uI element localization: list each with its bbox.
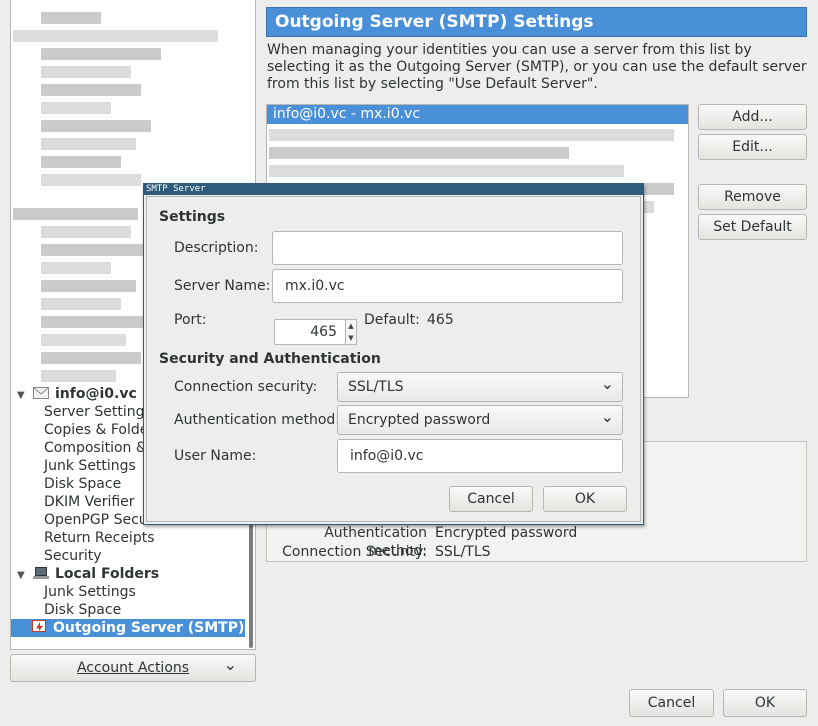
obscured-entry	[41, 334, 126, 346]
tree-local-folders[interactable]: ▼ Local Folders	[11, 565, 245, 583]
port-stepper[interactable]: ▲ ▼	[345, 319, 357, 345]
outgoing-server-label: Outgoing Server (SMTP)	[53, 620, 245, 636]
account-actions-button[interactable]: Account Actions ⌄	[10, 654, 256, 682]
obscured-entry	[41, 48, 161, 60]
connection-security-select[interactable]: SSL/TLS ⌄	[337, 372, 623, 402]
obscured-entry	[41, 120, 151, 132]
obscured-entry	[41, 156, 121, 168]
dialog-ok-button[interactable]: OK	[543, 486, 627, 512]
obscured-entry	[269, 165, 624, 177]
server-name-label: Server Name:	[174, 278, 271, 294]
remove-server-button[interactable]: Remove	[698, 184, 807, 210]
obscured-entry	[41, 102, 111, 114]
local-folders-label: Local Folders	[55, 566, 160, 582]
chevron-down-icon: ⌄	[600, 407, 614, 426]
tree-item-local-disk-space[interactable]: Disk Space	[11, 601, 245, 619]
obscured-entry	[41, 298, 121, 310]
obscured-entry	[41, 12, 101, 24]
security-heading: Security and Authentication	[159, 351, 381, 367]
server-list-item-selected[interactable]: info@i0.vc - mx.i0.vc	[267, 105, 688, 124]
add-server-button[interactable]: Add...	[698, 104, 807, 130]
pane-description: When managing your identities you can us…	[267, 42, 807, 92]
detail-auth-value: Encrypted password	[435, 525, 578, 541]
description-input[interactable]	[272, 231, 623, 265]
detail-conn-label: Connection Security:	[282, 544, 427, 560]
tree-item-return-receipts[interactable]: Return Receipts	[11, 529, 245, 547]
obscured-entry	[41, 66, 131, 78]
connection-security-label: Connection security:	[174, 379, 318, 395]
default-port-label: Default:	[364, 312, 420, 328]
obscured-entry	[41, 244, 151, 256]
outgoing-server-icon	[31, 619, 47, 632]
obscured-entry	[269, 129, 674, 141]
obscured-entry	[41, 262, 111, 274]
user-name-input[interactable]: info@i0.vc	[337, 439, 623, 473]
chevron-down-icon: ⌄	[223, 655, 237, 674]
port-input[interactable]: 465	[274, 319, 346, 345]
obscured-entry	[41, 316, 146, 328]
mail-account-icon	[33, 386, 49, 399]
obscured-entry	[41, 174, 141, 186]
dialog-body: Settings Description: Server Name: mx.i0…	[146, 196, 641, 522]
description-label: Description:	[174, 240, 259, 256]
settings-heading: Settings	[159, 209, 226, 225]
dialog-cancel-button[interactable]: Cancel	[449, 486, 533, 512]
computer-icon	[33, 566, 49, 579]
obscured-entry	[41, 138, 136, 150]
increment-icon[interactable]: ▲	[346, 320, 356, 332]
obscured-entry	[41, 84, 141, 96]
obscured-entry	[13, 208, 138, 220]
tree-item-security[interactable]: Security	[11, 547, 245, 565]
ok-button[interactable]: OK	[723, 689, 807, 717]
obscured-entry	[41, 226, 131, 238]
obscured-entry	[13, 30, 218, 42]
detail-conn-value: SSL/TLS	[435, 544, 491, 560]
obscured-entry	[41, 280, 136, 292]
port-label: Port:	[174, 312, 207, 328]
server-name-input[interactable]: mx.i0.vc	[272, 269, 623, 303]
decrement-icon[interactable]: ▼	[346, 332, 356, 344]
auth-method-label: Authentication method:	[174, 412, 341, 428]
chevron-down-icon: ⌄	[600, 374, 614, 393]
set-default-button[interactable]: Set Default	[698, 214, 807, 240]
cancel-button[interactable]: Cancel	[629, 689, 714, 717]
user-name-label: User Name:	[174, 448, 257, 464]
obscured-entry	[41, 370, 116, 382]
edit-server-button[interactable]: Edit...	[698, 134, 807, 160]
page-title: Outgoing Server (SMTP) Settings	[266, 7, 807, 37]
dialog-titlebar[interactable]: SMTP Server	[144, 184, 643, 195]
smtp-server-dialog: SMTP Server Settings Description: Server…	[143, 183, 644, 525]
obscured-entry	[269, 147, 569, 159]
tree-item-local-junk-settings[interactable]: Junk Settings	[11, 583, 245, 601]
default-port-value: 465	[427, 312, 454, 328]
account-name: info@i0.vc	[55, 386, 137, 402]
obscured-entry	[41, 352, 141, 364]
tree-item-outgoing-server[interactable]: Outgoing Server (SMTP)	[11, 619, 245, 637]
auth-method-select[interactable]: Encrypted password ⌄	[337, 405, 623, 435]
